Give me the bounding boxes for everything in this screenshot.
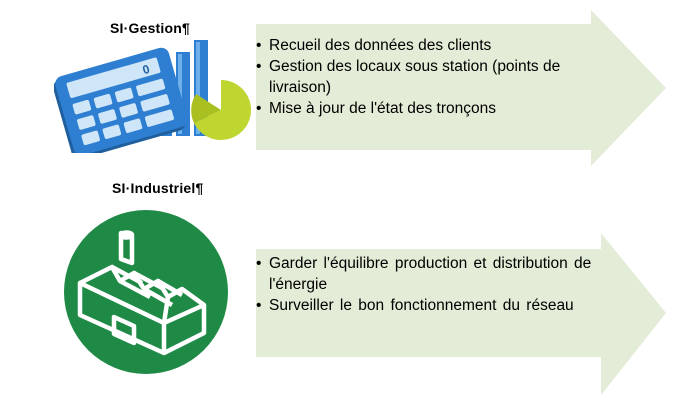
bullet-item: Garder l'équilibre production et distrib… <box>256 253 616 295</box>
section-title-industriel: SI·Industriel¶ <box>112 180 204 196</box>
calculator-chart-icon: 0 <box>54 40 252 153</box>
bullet-item: Recueil des données des clients <box>256 35 601 56</box>
bullet-item: Gestion des locaux sous station (points … <box>256 56 601 98</box>
bullet-list-industriel: Garder l'équilibre production et distrib… <box>256 253 616 316</box>
bullet-item: Mise à jour de l'état des tronçons <box>256 98 601 119</box>
bullet-item: Surveiller le bon fonctionnement du rése… <box>256 295 616 316</box>
bullet-list-gestion: Recueil des données des clients Gestion … <box>256 35 601 119</box>
section-title-gestion: SI·Gestion¶ <box>110 20 190 36</box>
factory-icon <box>64 210 228 374</box>
